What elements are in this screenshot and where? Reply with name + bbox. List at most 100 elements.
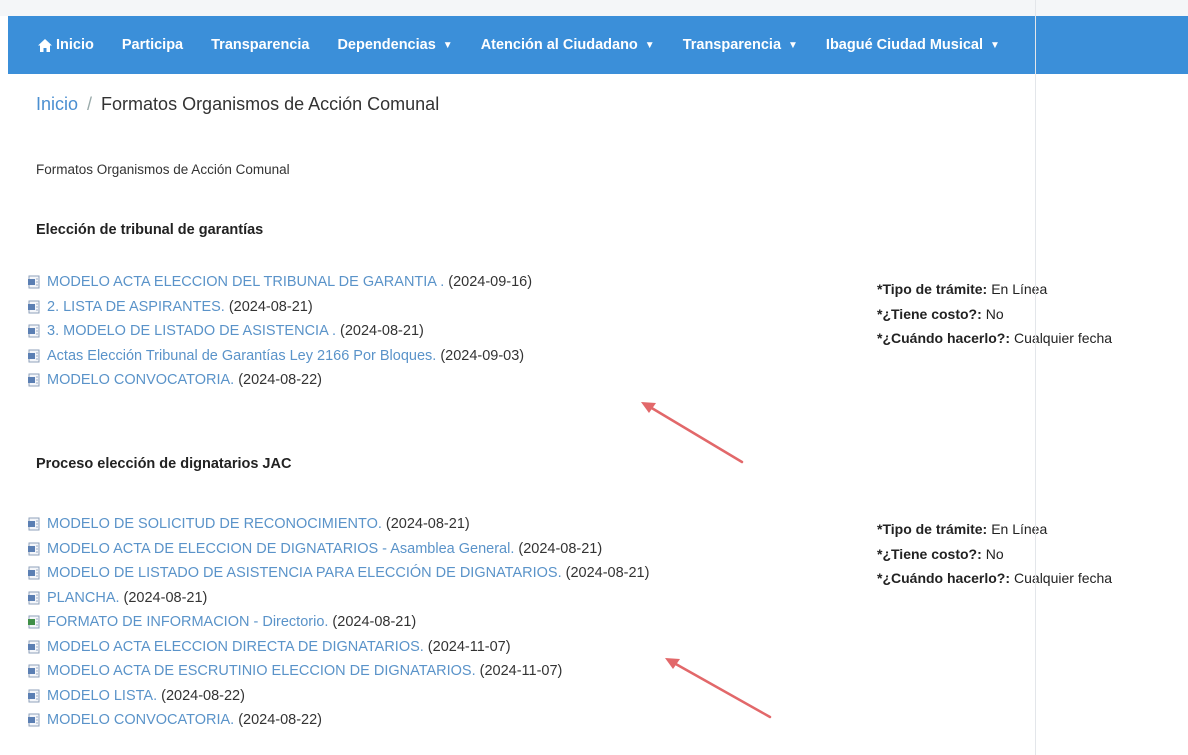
nav-item-dependencias[interactable]: Dependencias ▼ bbox=[337, 37, 452, 53]
nav-item-label: Dependencias bbox=[337, 37, 436, 53]
info-label: *¿Tiene costo?: bbox=[877, 545, 982, 562]
document-date: (2024-08-21) bbox=[340, 323, 424, 340]
document-item: MODELO ACTA DE ELECCION DE DIGNATARIOS -… bbox=[28, 537, 649, 562]
pdf-icon bbox=[28, 664, 40, 678]
info-row: *Tipo de trámite: En Línea bbox=[877, 517, 1112, 542]
nav-item-label: Ibagué Ciudad Musical bbox=[825, 37, 984, 53]
document-item: MODELO ACTA ELECCION DEL TRIBUNAL DE GAR… bbox=[28, 270, 532, 295]
document-item: MODELO CONVOCATORIA. (2024-08-22) bbox=[28, 368, 532, 393]
info-row: *¿Cuándo hacerlo?: Cualquier fecha bbox=[877, 566, 1112, 591]
document-date: (2024-08-22) bbox=[238, 372, 323, 389]
document-item: 2. LISTA DE ASPIRANTES. (2024-08-21) bbox=[28, 295, 532, 320]
document-link[interactable]: MODELO CONVOCATORIA. bbox=[47, 372, 234, 388]
caret-down-icon: ▼ bbox=[442, 39, 453, 51]
procedure-info-dignatarios: *Tipo de trámite: En Línea *¿Tiene costo?:… bbox=[877, 517, 1112, 591]
breadcrumb-home-link[interactable]: Inicio bbox=[36, 94, 78, 115]
nav-item-label: Inicio bbox=[56, 37, 94, 53]
document-date: (2024-08-21) bbox=[518, 540, 603, 557]
nav-item-transparencia-menu[interactable]: Transparencia ▼ bbox=[683, 37, 798, 53]
info-label: *¿Tiene costo?: bbox=[877, 305, 982, 322]
info-row: *¿Tiene costo?: No bbox=[877, 542, 1112, 567]
caret-down-icon: ▼ bbox=[788, 39, 798, 51]
document-item: MODELO ACTA ELECCION DIRECTA DE DIGNATAR… bbox=[28, 635, 649, 660]
info-value: No bbox=[985, 305, 1004, 322]
breadcrumb-separator: / bbox=[87, 94, 93, 114]
info-label: *Tipo de trámite: bbox=[877, 521, 988, 538]
document-link[interactable]: MODELO ACTA ELECCION DIRECTA DE DIGNATAR… bbox=[47, 639, 424, 655]
document-date: (2024-09-03) bbox=[440, 347, 525, 364]
info-label: *¿Cuándo hacerlo?: bbox=[877, 570, 1011, 587]
document-date: (2024-11-07) bbox=[427, 638, 511, 655]
document-link[interactable]: 2. LISTA DE ASPIRANTES. bbox=[47, 299, 225, 315]
document-date: (2024-08-21) bbox=[228, 298, 313, 315]
pdf-icon bbox=[28, 349, 40, 363]
page-intro: Formatos Organismos de Acción Comunal bbox=[36, 162, 290, 177]
document-item: MODELO LISTA. (2024-08-22) bbox=[28, 684, 649, 709]
nav-item-atencion-ciudadano[interactable]: Atención al Ciudadano ▼ bbox=[481, 37, 655, 53]
info-row: *¿Cuándo hacerlo?: Cualquier fecha bbox=[877, 326, 1112, 351]
section-title-tribunal: Elección de tribunal de garantías bbox=[36, 222, 264, 238]
document-link[interactable]: Actas Elección Tribunal de Garantías Ley… bbox=[47, 348, 436, 364]
document-link[interactable]: MODELO ACTA DE ELECCION DE DIGNATARIOS -… bbox=[47, 541, 514, 557]
info-label: *¿Cuándo hacerlo?: bbox=[877, 330, 1011, 347]
home-icon bbox=[38, 38, 52, 52]
document-link[interactable]: FORMATO DE INFORMACION - Directorio. bbox=[47, 614, 328, 630]
breadcrumb-current: Formatos Organismos de Acción Comunal bbox=[101, 94, 440, 114]
document-date: (2024-08-21) bbox=[332, 614, 417, 631]
pdf-icon bbox=[28, 591, 40, 605]
info-value: En Línea bbox=[991, 521, 1048, 538]
document-link[interactable]: MODELO ACTA ELECCION DEL TRIBUNAL DE GAR… bbox=[47, 274, 444, 290]
document-date: (2024-08-21) bbox=[565, 565, 650, 582]
nav-item-ibague-ciudad-musical[interactable]: Ibagué Ciudad Musical ▼ bbox=[826, 37, 1000, 53]
info-value: Cualquier fecha bbox=[1014, 570, 1113, 587]
document-link[interactable]: 3. MODELO DE LISTADO DE ASISTENCIA . bbox=[47, 323, 336, 339]
document-date: (2024-08-22) bbox=[238, 712, 323, 729]
document-item: MODELO CONVOCATORIA. (2024-08-22) bbox=[28, 708, 649, 733]
caret-down-icon: ▼ bbox=[644, 39, 655, 51]
document-item: PLANCHA. (2024-08-21) bbox=[28, 586, 649, 611]
pdf-icon bbox=[28, 713, 40, 727]
document-date: (2024-08-22) bbox=[161, 687, 245, 704]
document-link[interactable]: MODELO DE LISTADO DE ASISTENCIA PARA ELE… bbox=[47, 565, 562, 581]
document-date: (2024-09-16) bbox=[448, 274, 533, 291]
nav-item-label: Atención al Ciudadano bbox=[480, 37, 638, 53]
top-band bbox=[0, 0, 1188, 16]
document-item: MODELO DE LISTADO DE ASISTENCIA PARA ELE… bbox=[28, 561, 649, 586]
info-value: No bbox=[985, 545, 1004, 562]
nav-item-inicio[interactable]: Inicio bbox=[38, 37, 94, 53]
info-row: *¿Tiene costo?: No bbox=[877, 302, 1112, 327]
main-navbar: Inicio Participa Transparencia Dependenc… bbox=[8, 16, 1188, 74]
pdf-icon bbox=[28, 689, 40, 703]
info-label: *Tipo de trámite: bbox=[877, 281, 988, 298]
procedure-info-tribunal: *Tipo de trámite: En Línea *¿Tiene costo?:… bbox=[877, 277, 1112, 351]
info-row: *Tipo de trámite: En Línea bbox=[877, 277, 1112, 302]
caret-down-icon: ▼ bbox=[990, 39, 1000, 51]
document-date: (2024-08-21) bbox=[385, 516, 470, 533]
document-item: Actas Elección Tribunal de Garantías Ley… bbox=[28, 344, 532, 369]
annotation-arrow-1 bbox=[641, 402, 744, 464]
document-date: (2024-11-07) bbox=[479, 663, 563, 680]
nav-item-participa[interactable]: Participa bbox=[122, 37, 183, 53]
document-link[interactable]: MODELO DE SOLICITUD DE RECONOCIMIENTO. bbox=[47, 516, 382, 532]
breadcrumb: Inicio / Formatos Organismos de Acción C… bbox=[36, 94, 439, 115]
pdf-icon bbox=[28, 517, 40, 531]
document-list-tribunal: MODELO ACTA ELECCION DEL TRIBUNAL DE GAR… bbox=[28, 270, 532, 393]
document-link[interactable]: PLANCHA. bbox=[47, 590, 120, 606]
document-link[interactable]: MODELO LISTA. bbox=[47, 688, 157, 704]
document-list-dignatarios: MODELO DE SOLICITUD DE RECONOCIMIENTO. (2… bbox=[28, 512, 649, 733]
document-date: (2024-08-21) bbox=[123, 589, 208, 606]
document-item: MODELO DE SOLICITUD DE RECONOCIMIENTO. (2… bbox=[28, 512, 649, 537]
nav-item-transparencia[interactable]: Transparencia bbox=[211, 37, 309, 53]
pdf-icon bbox=[28, 542, 40, 556]
nav-item-label: Participa bbox=[121, 37, 184, 53]
document-link[interactable]: MODELO ACTA DE ESCRUTINIO ELECCION DE DI… bbox=[47, 663, 476, 679]
section-title-dignatarios: Proceso elección de dignatarios JAC bbox=[36, 456, 292, 472]
document-item: MODELO ACTA DE ESCRUTINIO ELECCION DE DI… bbox=[28, 659, 649, 684]
nav-item-label: Transparencia bbox=[211, 37, 310, 53]
pdf-icon bbox=[28, 275, 40, 289]
pdf-icon bbox=[28, 566, 40, 580]
scan-edge-line bbox=[1035, 0, 1036, 755]
document-item: FORMATO DE INFORMACION - Directorio. (202… bbox=[28, 610, 649, 635]
document-link[interactable]: MODELO CONVOCATORIA. bbox=[47, 712, 234, 728]
info-value: Cualquier fecha bbox=[1014, 330, 1113, 347]
